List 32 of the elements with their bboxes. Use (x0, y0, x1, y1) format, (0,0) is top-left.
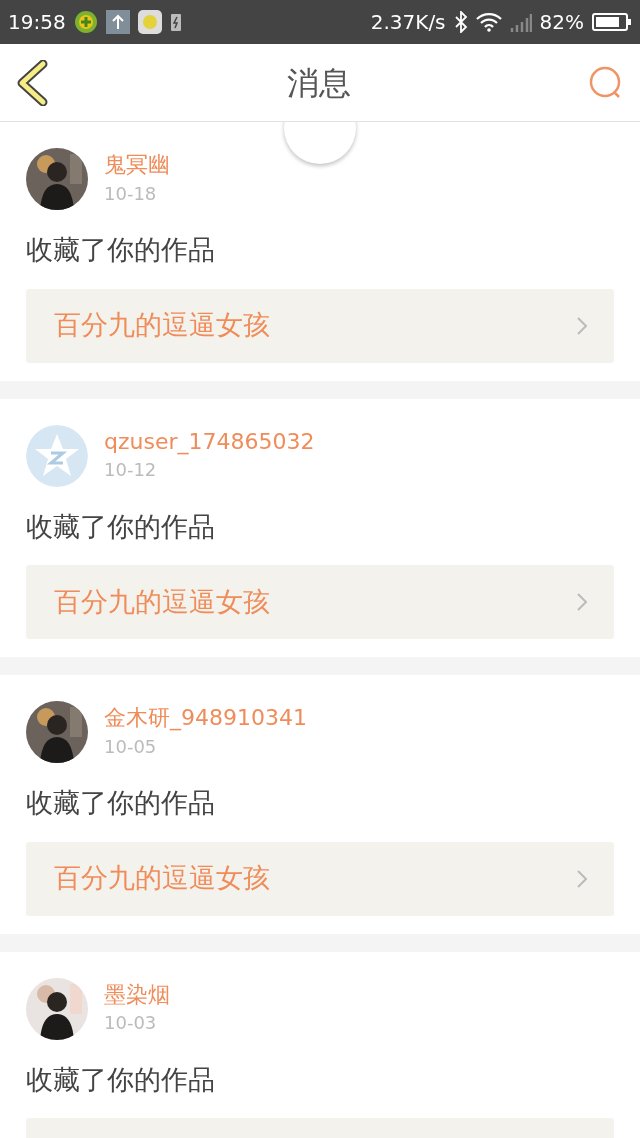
wifi-icon (475, 12, 502, 32)
work-link[interactable]: 百分九的逗逼女孩 (26, 288, 614, 363)
date-text: 10-03 (104, 1011, 158, 1036)
signal-icon (509, 12, 532, 32)
plus-icon (73, 10, 98, 34)
page-title: 消息 (287, 62, 351, 104)
work-link[interactable]: 百分九的逗逼女孩 (26, 565, 614, 639)
username-link[interactable]: qzuser_174865032 (104, 427, 315, 457)
charging-icon (169, 12, 182, 32)
app-icon (137, 10, 162, 34)
network-speed-text: 2.37K/s (370, 9, 446, 36)
battery-text: 82% (539, 9, 584, 36)
username-link[interactable]: 墨染烟 (104, 980, 170, 1010)
activity-text: 收藏了你的作品 (26, 786, 216, 820)
default-avatar-icon (26, 424, 88, 487)
activity-text: 收藏了你的作品 (26, 233, 216, 267)
battery-icon (592, 12, 632, 32)
date-text: 10-05 (104, 734, 158, 759)
activity-text: 收藏了你的作品 (26, 509, 216, 544)
date-text: 10-12 (104, 458, 158, 483)
back-button[interactable] (16, 59, 50, 106)
chevron-right-icon (576, 315, 588, 336)
chevron-right-icon (576, 868, 588, 889)
upload-icon (105, 10, 130, 34)
work-link[interactable]: 百分九的逗逼女孩 (26, 841, 614, 916)
chevron-right-icon (576, 592, 588, 612)
username-link[interactable]: 鬼冥幽 (104, 151, 170, 180)
username-link[interactable]: 金木研_948910341 (104, 704, 307, 733)
date-text: 10-18 (104, 181, 158, 206)
bluetooth-icon (453, 11, 468, 33)
clock-text: 19:58 (8, 9, 66, 36)
activity-text: 收藏了你的作品 (26, 1062, 216, 1097)
